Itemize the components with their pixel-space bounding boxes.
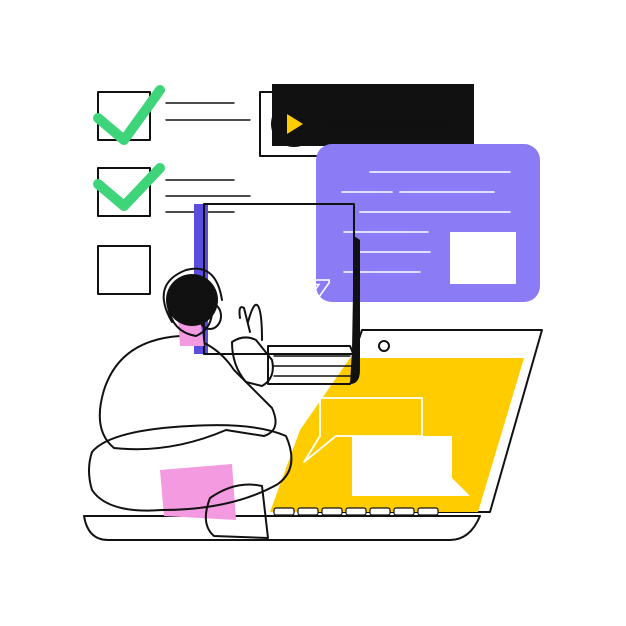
language-learning-illustration: A Z: [83, 84, 543, 541]
checklist-item-1: [93, 85, 251, 145]
person-with-headphones: [88, 267, 293, 539]
webcam-icon: [378, 340, 390, 352]
keyboard-keys: [273, 507, 439, 516]
checklist-item-3: [97, 245, 151, 295]
book-letter-a: A: [221, 206, 277, 292]
book-letter-z: Z: [282, 266, 333, 352]
purple-text-card: [316, 144, 540, 302]
image-placeholder: [450, 232, 516, 284]
laptop: [83, 329, 543, 541]
